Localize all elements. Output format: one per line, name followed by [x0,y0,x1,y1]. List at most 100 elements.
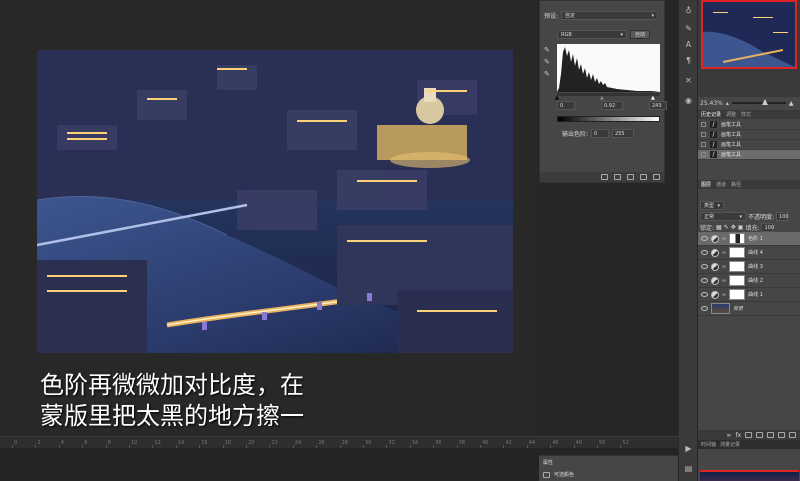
trash-icon[interactable] [653,174,660,180]
lock-all-icon[interactable]: ▣ [738,224,744,231]
navigator-thumbnail[interactable] [701,0,797,69]
input-white-field[interactable]: 243 [649,101,667,110]
snapshot-checkbox[interactable] [701,142,706,147]
layer-row[interactable]: ∞ 曲线 2 [698,274,800,288]
layer-row[interactable]: ∞ 曲线 3 [698,260,800,274]
layer-name[interactable]: 色阶 1 [748,235,763,242]
tab-layer_tabs-0[interactable]: 图层 [701,181,711,188]
layer-row[interactable]: 背景 [698,302,800,316]
tab-history_tabs-0[interactable]: 历史记录 [701,111,721,118]
tools-icon[interactable]: ✕ [683,76,694,86]
adjustment-layer-icon[interactable] [711,262,719,271]
add-mask-icon[interactable] [745,432,752,438]
layer-row[interactable]: ∞ 色阶 1 [698,232,800,246]
blend-mode-select[interactable]: 正常 ▾ [700,212,746,221]
canvas-area[interactable]: 色阶再微微加对比度，在 蒙版里把太黑的地方擦一 下 02468101214161… [0,0,678,481]
3d-icon[interactable]: ◉ [683,96,694,106]
delete-layer-icon[interactable] [789,432,796,438]
input-slider-track[interactable] [557,93,660,96]
input-black-field[interactable]: 0 [557,101,575,110]
layer-name[interactable]: 曲线 2 [748,277,763,284]
timeline-tick-label: 18 [224,440,231,446]
visibility-icon[interactable] [640,174,647,180]
mask-link-icon[interactable]: ∞ [722,264,726,270]
visibility-eye-icon[interactable] [701,236,708,241]
layer-name[interactable]: 曲线 3 [748,263,763,270]
snapshot-checkbox[interactable] [701,122,706,127]
adjustment-layer-icon[interactable] [711,234,719,243]
history-item[interactable]: / 画笔工具 [698,150,800,160]
layer-mask-thumbnail[interactable] [729,233,746,244]
mask-link-icon[interactable]: ∞ [722,250,726,256]
snapshot-checkbox[interactable] [701,132,706,137]
input-gamma-field[interactable]: 0.92 [601,101,623,110]
opacity-field[interactable]: 100 [776,212,789,221]
adjustment-layer-icon[interactable] [711,290,719,299]
adjustments-icon[interactable]: ♁ [683,6,694,16]
zoom-slider-handle[interactable] [761,99,768,105]
layer-mask-thumbnail[interactable] [729,275,746,286]
lock-brush-icon[interactable]: ✎ [724,224,729,231]
layer-name[interactable]: 背景 [733,305,743,312]
view-previous-icon[interactable] [614,174,621,180]
document-image[interactable] [37,50,513,353]
history-item[interactable]: / 画笔工具 [698,120,800,130]
visibility-eye-icon[interactable] [701,264,708,269]
tab-layer_tabs-1[interactable]: 通道 [716,181,726,188]
new-adjustment-icon[interactable] [756,432,763,438]
measure-icon[interactable]: ▤ [683,464,694,474]
visibility-eye-icon[interactable] [701,250,708,255]
layer-name[interactable]: 曲线 4 [748,249,763,256]
layer-row[interactable]: ∞ 曲线 1 [698,288,800,302]
visibility-eye-icon[interactable] [701,292,708,297]
mask-link-icon[interactable]: ∞ [722,236,726,242]
eyedropper-white-icon[interactable]: ✎ [544,70,550,78]
visibility-eye-icon[interactable] [701,278,708,283]
layer-kind-select[interactable]: 类型 ▾ [700,201,724,210]
tab-layer_tabs-2[interactable]: 路径 [731,181,741,188]
zoom-value[interactable]: 25.43% [700,100,723,107]
mask-link-icon[interactable]: ∞ [722,292,726,298]
new-layer-icon[interactable] [778,432,785,438]
preset-select[interactable]: 自定 ▾ [561,11,659,20]
adjustment-layer-icon[interactable] [711,276,719,285]
layer-mask-thumbnail[interactable] [729,261,746,272]
paragraph-icon[interactable]: ¶ [683,56,694,66]
visibility-eye-icon[interactable] [701,306,708,311]
tab-history_tabs-1[interactable]: 调整 [726,111,736,118]
auto-button[interactable]: 自动 [630,30,651,39]
mask-link-icon[interactable]: ∞ [722,278,726,284]
lock-move-icon[interactable]: ✥ [731,224,736,231]
history-item[interactable]: / 画笔工具 [698,130,800,140]
lock-pixels-icon[interactable]: ▦ [716,224,722,231]
play-icon[interactable]: ▶ [683,444,694,454]
character-icon[interactable]: A [683,40,694,50]
zoom-out-icon[interactable]: ▴ [726,100,729,107]
tab-bottom_tabs-0[interactable]: 时间轴 [701,441,716,448]
fx-icon[interactable]: fx [735,432,741,439]
new-group-icon[interactable] [767,432,774,438]
fill-field[interactable]: 100 [761,223,774,232]
eyedropper-black-icon[interactable]: ✎ [544,46,550,54]
layer-row[interactable]: ∞ 曲线 4 [698,246,800,260]
layer-mask-thumbnail[interactable] [729,289,746,300]
layer-thumbnail[interactable] [711,303,730,314]
layer-name[interactable]: 曲线 1 [748,291,763,298]
timeline-ruler[interactable]: 0 2 4 6 8 10 12 14 16 18 20 22 24 26 28 30 32 34 36 38 40 42 4… [0,436,678,448]
zoom-in-icon[interactable]: ▲ [789,100,794,107]
channel-select[interactable]: RGB ▾ [557,30,627,39]
history-item[interactable]: / 画笔工具 [698,140,800,150]
clip-to-layer-icon[interactable] [601,174,608,180]
tab-history_tabs-2[interactable]: 样式 [741,111,751,118]
output-black-field[interactable]: 0 [591,129,610,138]
layer-mask-thumbnail[interactable] [729,247,746,258]
brush-preset-icon[interactable]: ✎ [683,24,694,34]
zoom-slider[interactable] [731,99,786,105]
eyedropper-gray-icon[interactable]: ✎ [544,58,550,66]
adjustment-layer-icon[interactable] [711,248,719,257]
link-layers-icon[interactable]: ∞ [726,432,731,439]
tab-bottom_tabs-1[interactable]: 测量记录 [720,441,740,448]
output-white-field[interactable]: 255 [612,129,635,138]
reset-icon[interactable] [627,174,634,180]
snapshot-checkbox[interactable] [701,152,706,157]
